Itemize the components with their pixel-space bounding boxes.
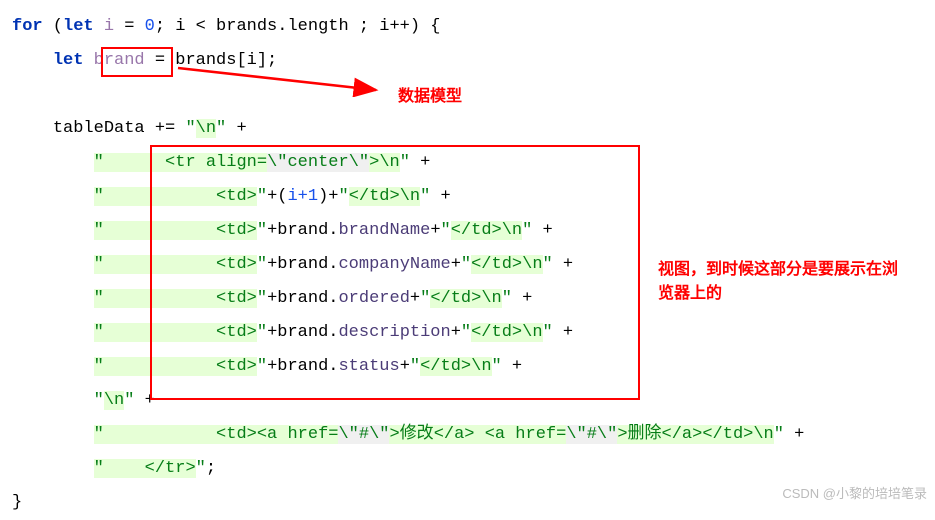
annotation-view: 视图，到时候这部分是要展示在浏览器上的 (658, 258, 908, 306)
annotation-model: 数据模型 (398, 80, 462, 114)
code-line-12: " <td><a href=\"#\">修改</a> <a href=\"#\"… (12, 418, 804, 452)
code-line-1: for (let i = 0; i < brands.length ; i++)… (12, 10, 804, 44)
code-line-14: } (12, 486, 804, 520)
code-line-13: " </tr>"; (12, 452, 804, 486)
highlight-box-table (150, 145, 640, 400)
code-line-3: tableData += "\n" + (12, 112, 804, 146)
watermark: CSDN @小黎的培培笔录 (782, 477, 927, 511)
highlight-box-brand (101, 47, 173, 77)
